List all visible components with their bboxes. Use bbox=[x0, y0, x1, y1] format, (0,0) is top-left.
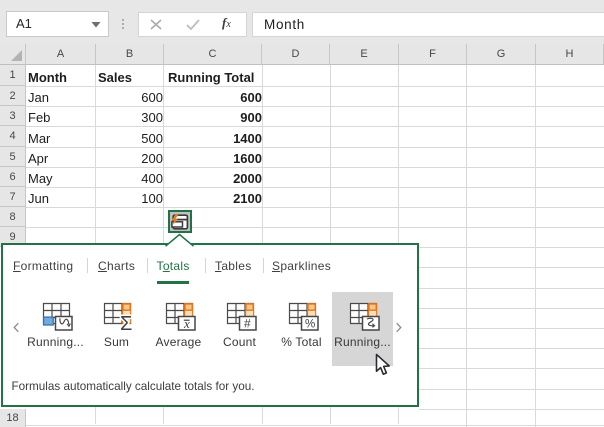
svg-text:Σ: Σ bbox=[120, 313, 132, 335]
svg-text:#: # bbox=[244, 317, 251, 331]
svg-text:x: x bbox=[183, 316, 190, 331]
svg-text:%: % bbox=[305, 319, 315, 331]
